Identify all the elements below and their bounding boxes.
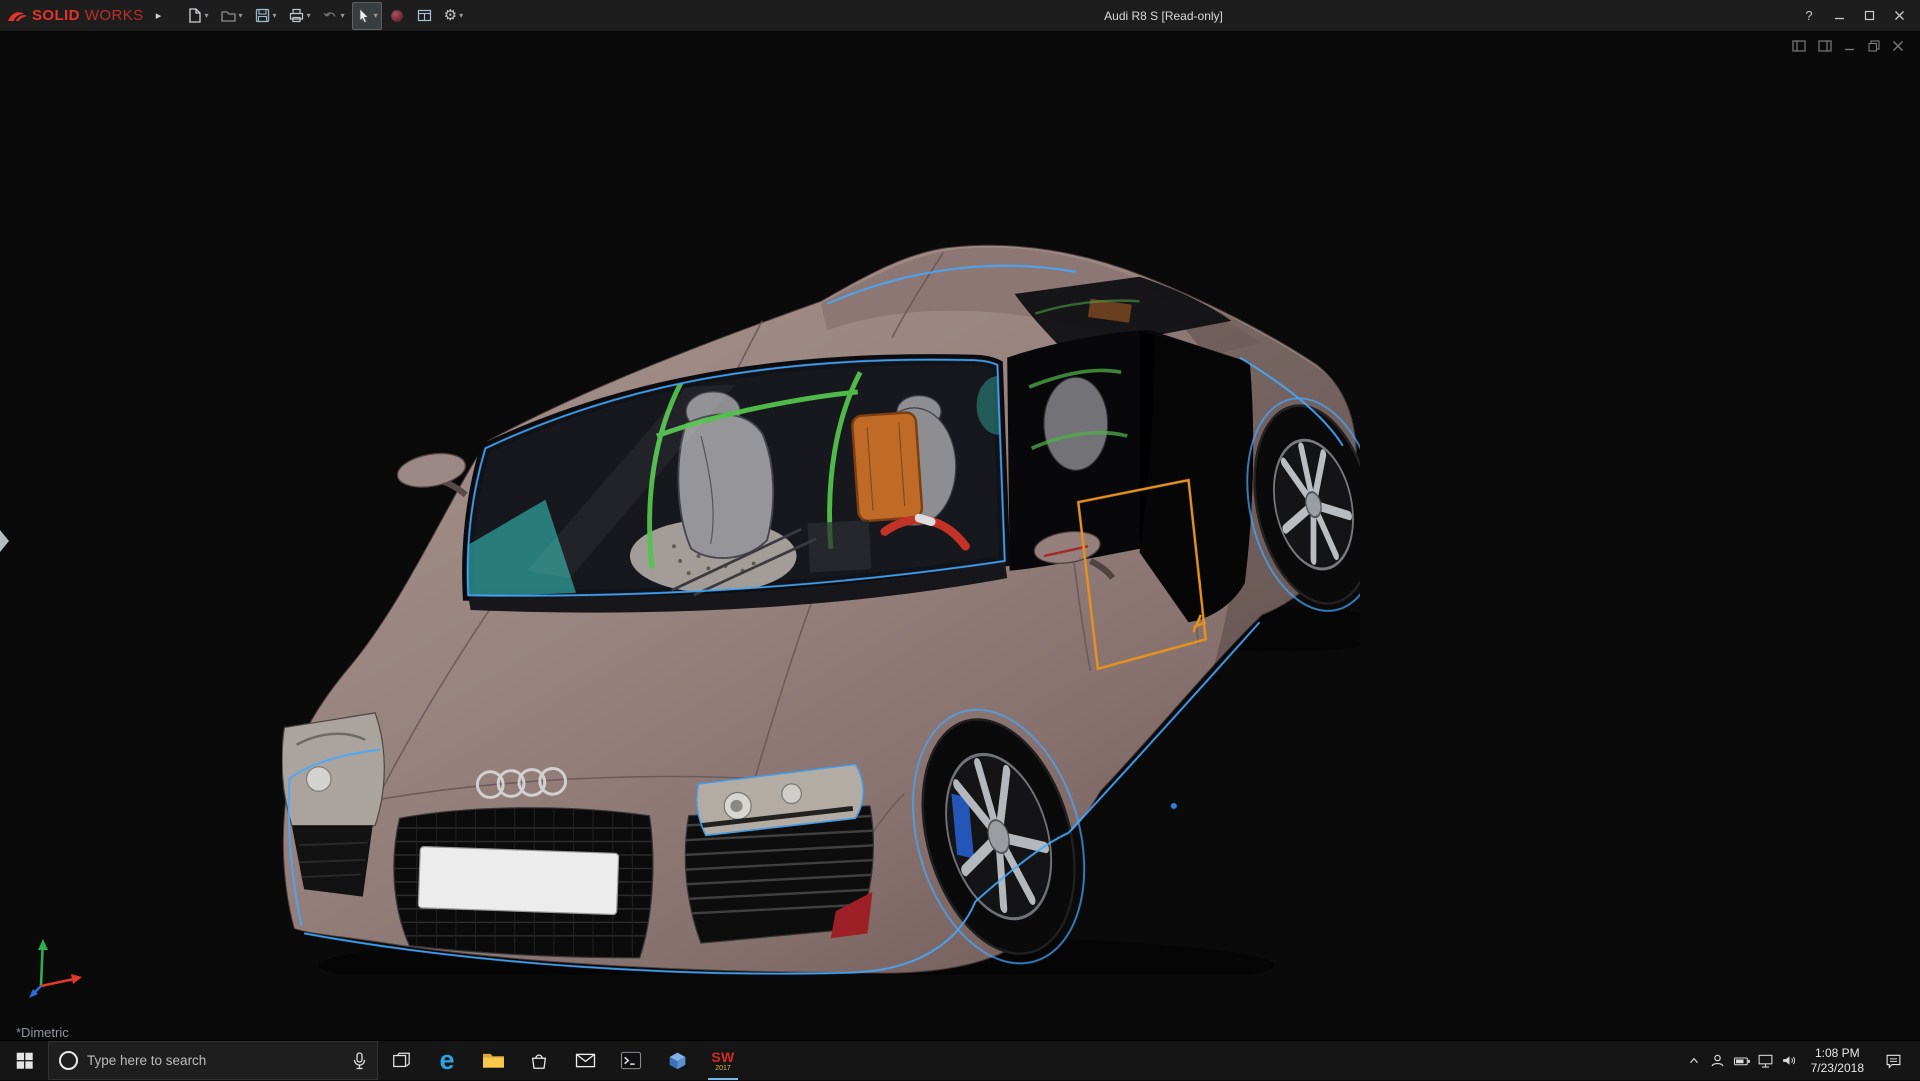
taskbar-app-file-explorer[interactable] xyxy=(470,1041,516,1080)
tray-battery-button[interactable] xyxy=(1730,1041,1754,1081)
license-plate xyxy=(418,847,618,915)
file-explorer-icon xyxy=(482,1051,505,1070)
appearances-button[interactable] xyxy=(385,2,409,30)
quick-toolbar: ▾ ▾ ▾ ▾ xyxy=(182,2,468,30)
task-view-button[interactable] xyxy=(378,1041,424,1080)
taskbar-app-mail[interactable] xyxy=(562,1041,608,1080)
windshield xyxy=(466,360,1021,613)
close-button[interactable] xyxy=(1884,0,1914,32)
gear-icon: ⚙ xyxy=(444,8,457,23)
save-icon xyxy=(254,7,271,24)
print-icon xyxy=(288,7,305,24)
chevron-up-icon xyxy=(1687,1054,1701,1068)
solidworks-2017-icon: SW 2017 xyxy=(711,1050,734,1072)
brand-works: WORKS xyxy=(85,7,144,24)
view-orientation-label: *Dimetric xyxy=(16,1025,69,1040)
taskbar-search-input[interactable]: Type here to search xyxy=(48,1041,378,1080)
side-mirror-left xyxy=(395,449,468,495)
save-button[interactable]: ▾ xyxy=(250,2,281,30)
doc-restore-icon[interactable] xyxy=(1868,40,1880,52)
taskbar-app-edge[interactable]: e xyxy=(424,1041,470,1080)
caret-down-icon[interactable]: ▾ xyxy=(307,11,311,20)
pane-right-icon[interactable] xyxy=(1818,40,1832,52)
select-cursor-icon xyxy=(356,8,372,24)
clock-time: 1:08 PM xyxy=(1815,1046,1860,1061)
doc-close-icon[interactable] xyxy=(1892,40,1904,52)
taskbar-app-3d-viewer[interactable] xyxy=(654,1041,700,1080)
caret-down-icon[interactable]: ▾ xyxy=(273,11,277,20)
new-document-button[interactable]: ▾ xyxy=(182,2,213,30)
mail-icon xyxy=(575,1052,596,1069)
taskbar-clock[interactable]: 1:08 PM 7/23/2018 xyxy=(1802,1046,1873,1076)
taskbar-app-store[interactable] xyxy=(516,1041,562,1080)
volume-icon xyxy=(1781,1053,1798,1068)
tray-network-button[interactable] xyxy=(1754,1041,1778,1081)
selection-vertex xyxy=(1171,803,1177,809)
solidworks-logo: SOLID WORKS xyxy=(32,7,144,24)
action-center-button[interactable] xyxy=(1873,1041,1913,1081)
open-document-button[interactable]: ▾ xyxy=(216,2,247,30)
caret-down-icon[interactable]: ▾ xyxy=(205,11,209,20)
feature-panel-expand-tab[interactable] xyxy=(0,530,9,552)
help-button[interactable]: ? xyxy=(1794,0,1824,32)
options-button[interactable]: ⚙ ▾ xyxy=(440,2,467,30)
store-icon xyxy=(529,1051,549,1071)
task-view-icon xyxy=(391,1051,411,1071)
title-bar: SOLID WORKS ▸ ▾ ▾ ▾ xyxy=(0,0,1920,32)
appearance-sphere-icon xyxy=(389,8,405,24)
microphone-icon[interactable] xyxy=(352,1052,367,1070)
clock-date: 7/23/2018 xyxy=(1811,1061,1864,1076)
network-icon xyxy=(1757,1053,1774,1069)
document-window-controls xyxy=(1792,40,1904,52)
minimize-icon xyxy=(1834,10,1845,21)
taskbar-app-terminal[interactable] xyxy=(608,1041,654,1080)
front-grille xyxy=(392,806,657,958)
minimize-button[interactable] xyxy=(1824,0,1854,32)
undo-icon xyxy=(322,7,339,24)
battery-icon xyxy=(1733,1054,1751,1068)
brand-solid: SOLID xyxy=(32,7,80,24)
close-icon xyxy=(1894,10,1905,21)
tray-contacts-button[interactable] xyxy=(1706,1041,1730,1081)
caret-down-icon[interactable]: ▾ xyxy=(341,11,345,20)
hidden-icons-button[interactable] xyxy=(1682,1041,1706,1081)
taskbar-app-solidworks[interactable]: SW 2017 xyxy=(700,1041,746,1080)
edge-icon: e xyxy=(439,1047,454,1074)
search-placeholder: Type here to search xyxy=(87,1053,343,1068)
print-button[interactable]: ▾ xyxy=(284,2,315,30)
tray-volume-button[interactable] xyxy=(1778,1041,1802,1081)
select-tool-button[interactable]: ▾ xyxy=(352,2,382,30)
window-controls: ? xyxy=(1794,0,1914,32)
maximize-icon xyxy=(1864,10,1875,21)
display-settings-button[interactable] xyxy=(412,2,437,30)
display-settings-icon xyxy=(416,7,433,24)
system-tray: 1:08 PM 7/23/2018 xyxy=(1682,1041,1920,1080)
caret-down-icon[interactable]: ▾ xyxy=(239,11,243,20)
graphics-area[interactable]: *Dimetric xyxy=(0,32,1920,1040)
action-center-icon xyxy=(1885,1053,1902,1069)
caret-down-icon[interactable]: ▾ xyxy=(459,11,463,20)
start-button[interactable] xyxy=(0,1041,48,1080)
menu-expand-icon[interactable]: ▸ xyxy=(150,9,168,22)
windows-taskbar: Type here to search e xyxy=(0,1040,1920,1080)
contacts-icon xyxy=(1709,1052,1726,1069)
caret-down-icon[interactable]: ▾ xyxy=(374,11,378,20)
new-document-icon xyxy=(186,7,203,24)
cortana-icon xyxy=(59,1051,78,1070)
terminal-icon xyxy=(620,1051,642,1070)
pane-left-icon[interactable] xyxy=(1792,40,1806,52)
window-title: Audi R8 S [Read-only] xyxy=(1104,9,1223,23)
orientation-triad xyxy=(24,934,86,1000)
dassault-logo-icon xyxy=(6,8,28,24)
model-canvas-audi-r8[interactable] xyxy=(282,240,1360,975)
undo-button[interactable]: ▾ xyxy=(318,2,349,30)
maximize-button[interactable] xyxy=(1854,0,1884,32)
open-folder-icon xyxy=(220,7,237,24)
doc-minimize-icon[interactable] xyxy=(1844,40,1856,52)
cube-viewer-icon xyxy=(667,1050,688,1071)
windows-logo-icon xyxy=(15,1051,34,1070)
